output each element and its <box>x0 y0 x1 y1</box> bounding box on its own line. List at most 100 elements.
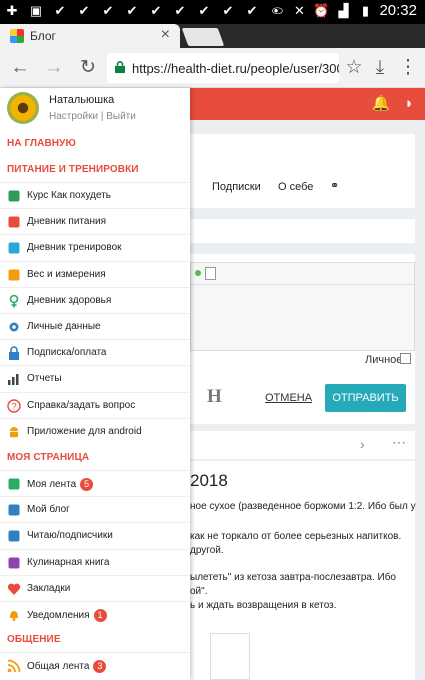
home-link[interactable]: НА ГЛАВНУЮ <box>7 138 76 149</box>
clock: 20:32 <box>379 2 417 19</box>
post-text-line: другой. <box>190 545 224 556</box>
sidebar-item-text: Моя лента <box>27 479 77 491</box>
tab-subscriptions[interactable]: Подписки <box>212 181 261 193</box>
sidebar-item-text: Мой блог <box>27 504 70 516</box>
count-badge: 3 <box>93 660 107 673</box>
rss-icon[interactable]: ◗ <box>398 93 420 115</box>
favicon-icon <box>10 29 24 43</box>
sidebar-item-rss[interactable]: Общая лента 3 <box>0 652 190 678</box>
record-icon: ⬭ <box>271 2 283 18</box>
sidebar-item-text: Уведомления <box>27 610 90 622</box>
user-name[interactable]: Натальюшка <box>49 94 114 106</box>
image-icon: ▣ <box>29 3 43 18</box>
send-button[interactable]: ОТПРАВИТЬ <box>325 384 406 412</box>
sidebar-item-text: Вес и измерения <box>27 268 106 280</box>
signal-icon: ▟ <box>338 2 349 18</box>
sidebar-item-label: Дневник тренировок <box>27 242 122 253</box>
notifications-bell-icon[interactable]: 🔔 <box>370 93 392 115</box>
image-insert-icon[interactable] <box>205 267 216 280</box>
sidebar-item-text: Отчеты <box>27 373 62 385</box>
sidebar-item-label: Курс Как похудеть <box>27 190 111 201</box>
drawer-profile: Натальюшка Настройки | Выйти <box>0 88 190 129</box>
new-tab-button[interactable] <box>181 28 225 46</box>
sidebar-item-text: Курс Как похудеть <box>27 190 111 201</box>
user-links: Настройки | Выйти <box>49 111 136 122</box>
silent-icon: ✕ <box>294 2 305 18</box>
post-editor[interactable] <box>190 262 415 351</box>
browser-tab[interactable]: Блог × <box>0 24 180 48</box>
sidebar-item-label: Общая лента 3 <box>27 660 107 673</box>
download-icon[interactable]: ⤓ <box>368 56 392 80</box>
sidebar-item-help[interactable]: ? Справка/задать вопрос <box>0 391 190 418</box>
sidebar-item-cookbook[interactable]: Кулинарная книга <box>0 548 190 575</box>
sidebar-item-lock[interactable]: Подписка/оплата <box>0 339 190 365</box>
settings-link[interactable]: Настройки <box>49 111 98 122</box>
nutrition-section-title: ПИТАНИЕ И ТРЕНИРОВКИ <box>7 164 139 175</box>
sidebar-item-subscribers[interactable]: Читаю/подписчики <box>0 522 190 548</box>
sidebar-item-workout[interactable]: Дневник тренировок <box>0 234 190 260</box>
avatar[interactable] <box>7 92 39 124</box>
close-tab-icon[interactable]: × <box>161 26 170 44</box>
tab-strip: Блог × <box>0 24 425 48</box>
menu-dots-icon[interactable]: ⋮ <box>396 56 420 80</box>
sidebar-item-text: Читаю/подписчики <box>27 530 113 542</box>
sidebar-item-measure[interactable]: Вес и измерения <box>0 260 190 287</box>
sidebar-item-health[interactable]: Дневник здоровья <box>0 286 190 313</box>
private-checkbox[interactable] <box>400 353 411 364</box>
cancel-button[interactable]: ОТМЕНА <box>265 392 312 404</box>
workout-icon <box>7 241 21 255</box>
site-header: 🔔 ◗ <box>190 88 425 120</box>
sidebar-item-scale[interactable]: Курс Как похудеть <box>0 182 190 208</box>
navigation-drawer: Натальюшка Настройки | Выйти НА ГЛАВНУЮ … <box>0 88 190 680</box>
post-text-line: ылететь" из кетоза завтра-послезавтра. И… <box>190 572 396 583</box>
feed-icon <box>7 477 21 491</box>
community-section-title: ОБЩЕНИЕ <box>7 634 61 645</box>
sidebar-item-heart[interactable]: Закладки <box>0 574 190 601</box>
address-bar[interactable]: https://health-diet.ru/people/user/3005 <box>107 53 339 83</box>
count-badge: 5 <box>80 478 94 491</box>
forward-arrow-icon[interactable]: → <box>42 56 66 80</box>
help-icon: ? <box>7 398 21 413</box>
heading-button[interactable]: H <box>207 386 222 408</box>
more-options-icon[interactable]: ⋯ <box>392 434 406 451</box>
chevron-right-icon[interactable]: › <box>360 436 365 452</box>
tab-title: Блог <box>30 29 56 43</box>
sidebar-item-blog[interactable]: Мой блог <box>0 496 190 522</box>
logout-link[interactable]: Выйти <box>106 111 136 122</box>
sidebar-item-chart[interactable]: Отчеты <box>0 365 190 391</box>
sidebar-item-gear[interactable]: Личные данные <box>0 313 190 339</box>
sidebar-item-text: Приложение для android <box>27 425 142 437</box>
post-text-line: как не торкало от более серьезных напитк… <box>190 531 402 542</box>
editor-toolbar <box>191 263 414 285</box>
sidebar-item-text: Дневник здоровья <box>27 294 112 306</box>
tab-about[interactable]: О себе <box>278 181 313 193</box>
check-icon: ✔ <box>54 3 66 18</box>
sidebar-item-label: Справка/задать вопрос <box>27 400 135 411</box>
link-separator: | <box>100 111 104 122</box>
count-badge: 1 <box>93 609 107 622</box>
sidebar-item-food-diary[interactable]: Дневник питания <box>0 208 190 234</box>
sidebar-item-bell[interactable]: Уведомления 1 <box>0 601 190 627</box>
back-arrow-icon[interactable]: ← <box>8 56 32 80</box>
check-icon: ✔ <box>126 3 138 18</box>
food-diary-icon <box>7 215 21 229</box>
status-bar: ✚ ▣ ✔ ✔ ✔ ✔ ✔ ✔ ✔ ✔ ✔ • ⬭ ✕ ⏰ ▟ ▮ 20:32 <box>0 0 425 24</box>
emoji-icon[interactable] <box>195 270 201 276</box>
post-text-line: ь и ждать возвращения в кетоз. <box>190 600 337 611</box>
sidebar-item-text: Дневник питания <box>27 216 106 228</box>
check-icon: ✔ <box>102 3 114 18</box>
bookmark-star-icon[interactable]: ☆ <box>342 56 366 80</box>
more-tabs-icon[interactable]: ⚭ <box>330 179 339 192</box>
sidebar-item-label: Читаю/подписчики <box>27 530 113 541</box>
sidebar-item-feed[interactable]: Моя лента 5 <box>0 470 190 496</box>
battery-icon: ▮ <box>361 2 370 18</box>
sidebar-item-label: Кулинарная книга <box>27 557 109 568</box>
reload-icon[interactable]: ↻ <box>76 56 100 80</box>
sidebar-item-label: Вес и измерения <box>27 269 106 280</box>
sidebar-item-label: Дневник питания <box>27 216 106 227</box>
heart-icon <box>7 582 21 596</box>
sidebar-item-text: Общая лента <box>27 661 90 673</box>
sidebar-item-label: Уведомления 1 <box>27 609 107 622</box>
cookbook-icon <box>7 556 21 570</box>
sidebar-item-android[interactable]: Приложение для android <box>0 417 190 444</box>
